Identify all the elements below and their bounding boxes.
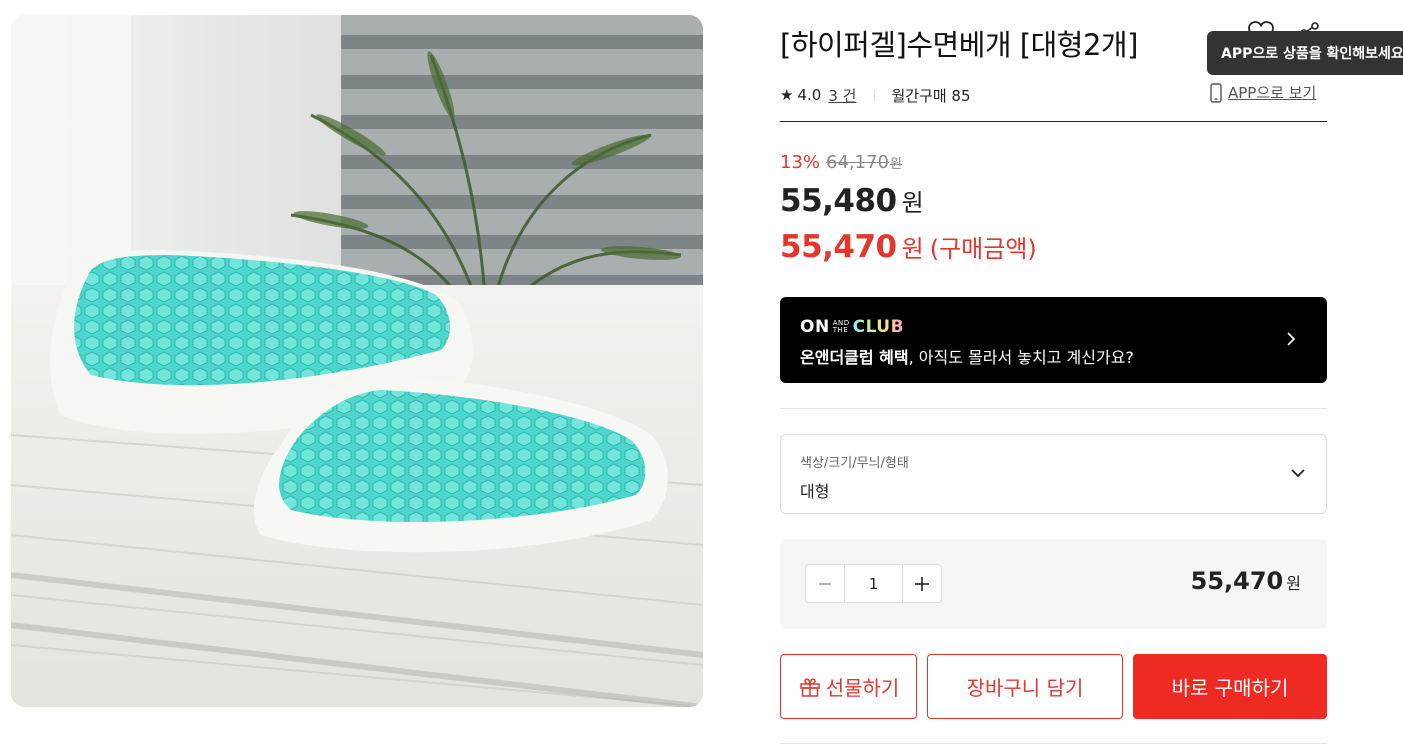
sale-price: 55,480 [780,183,897,219]
sale-price-row: 55,480 원 [780,183,924,219]
increase-quantity-button[interactable] [903,565,941,602]
section-divider [780,408,1327,409]
discount-rate: 13% [780,152,821,173]
quantity-value[interactable]: 1 [844,565,903,602]
sale-price-unit: 원 [901,189,924,217]
option-selected-value: 대형 [800,482,830,501]
buy-now-label: 바로 구매하기 [1171,676,1289,700]
onandthe-club-banner[interactable]: ON AND THE CLUB 온앤더클럽 혜택, 아직도 몰라서 놓치고 계신… [780,297,1327,383]
quantity-total: 55,470 원 [1191,567,1301,595]
phone-icon [1210,82,1222,103]
rating-summary: ★ 4.0 3 건 월간구매 85 [780,84,971,106]
original-price: 64,170 [826,152,889,173]
banner-message-rest: , 아직도 몰라서 놓치고 계신가요? [908,348,1134,367]
title-divider [780,121,1327,122]
club-logo-the: THE [832,326,849,334]
club-logo-andthe: AND THE [833,320,850,334]
final-price-row: 55,470 원 (구매금액) [780,229,1037,265]
app-view-link[interactable]: APP으로 보기 [1210,82,1316,103]
club-logo-on: ON [800,317,830,337]
rating-value: 4.0 [797,86,822,104]
banner-message-bold: 온앤더클럽 혜택 [800,348,909,367]
add-to-cart-label: 장바구니 담기 [966,676,1084,700]
quantity-total-price: 55,470 [1190,567,1284,595]
monthly-purchase: 월간구매 85 [891,86,971,105]
quantity-panel: 1 55,470 원 [780,539,1327,629]
final-price-unit: 원 [901,235,924,263]
buy-now-button[interactable]: 바로 구매하기 [1133,654,1327,719]
minus-icon [819,582,831,585]
app-tooltip-text: APP으로 상품을 확인해보세요 [1221,46,1403,62]
gift-button[interactable]: 선물하기 [780,654,917,719]
app-tooltip: APP으로 상품을 확인해보세요 [1207,31,1403,75]
discount-row: 13% 64,170 원 [780,152,902,173]
original-price-unit: 원 [890,157,902,172]
club-logo-club: CLUB [852,317,905,337]
add-to-cart-button[interactable]: 장바구니 담기 [927,654,1123,719]
meta-divider [874,89,876,101]
final-price: 55,470 [780,229,897,265]
final-price-label: (구매금액) [929,235,1037,263]
option-dropdown[interactable]: 색상/크기/무늬/형태 대형 [780,434,1327,514]
club-logo: ON AND THE CLUB [800,317,904,337]
purchase-actions: 선물하기 장바구니 담기 바로 구매하기 [780,654,1327,719]
review-count-link[interactable]: 3 건 [828,85,856,106]
quantity-stepper: 1 [805,564,942,603]
quantity-total-unit: 원 [1286,574,1301,593]
banner-message: 온앤더클럽 혜택, 아직도 몰라서 놓치고 계신가요? [800,344,1134,368]
gift-icon [799,677,820,697]
chevron-right-icon [1287,332,1296,346]
product-title: [하이퍼겔]수면베개 [대형2개] [780,28,1138,62]
decrease-quantity-button[interactable] [806,565,844,602]
product-image [11,15,703,707]
star-icon: ★ [780,86,794,104]
plus-icon [915,576,929,591]
chevron-down-icon [1291,469,1305,478]
option-label: 색상/크기/무늬/형태 [800,456,909,471]
app-view-label: APP으로 보기 [1228,84,1317,102]
product-photo [11,15,703,707]
gift-button-label: 선물하기 [825,676,900,700]
bottom-divider [780,743,1327,744]
